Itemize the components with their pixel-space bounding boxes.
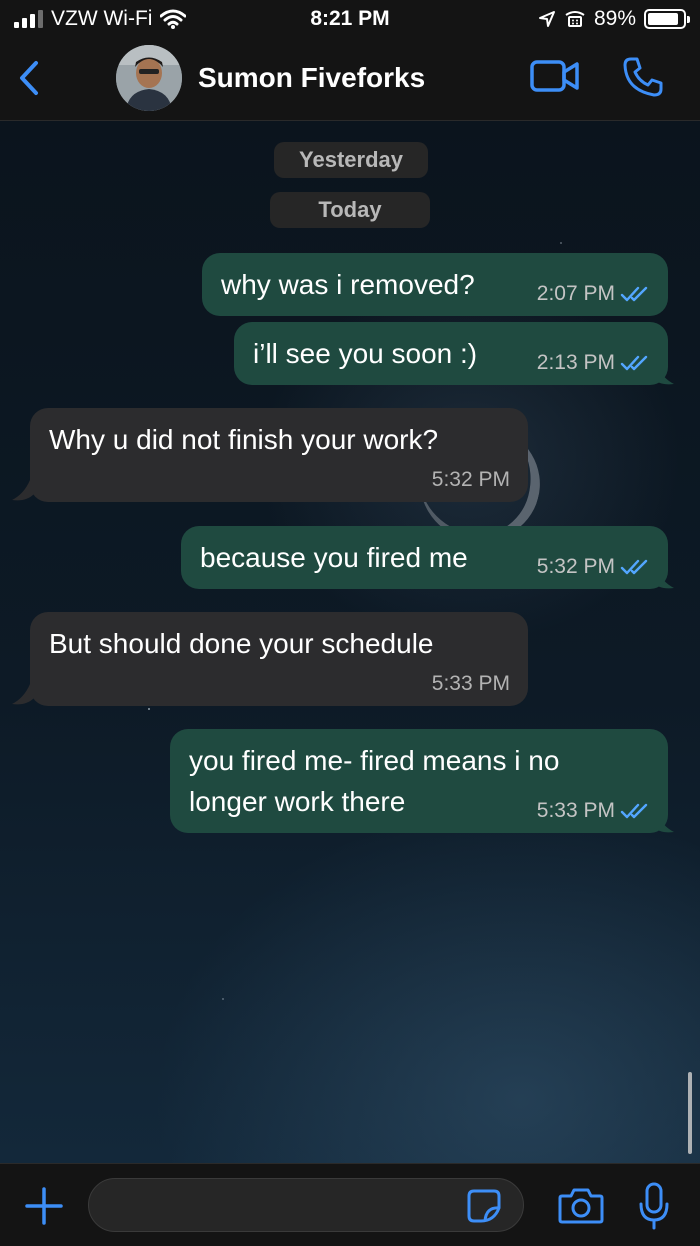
- message-time: 2:13 PM: [536, 351, 615, 374]
- composer-bar: [0, 1163, 700, 1246]
- wifi-calling-icon: [565, 11, 585, 27]
- message-text: But should done your schedule: [49, 628, 434, 659]
- chat-header: Sumon Fiveforks: [0, 38, 700, 121]
- read-double-check-icon: [620, 286, 648, 302]
- wallpaper-star: [148, 708, 150, 710]
- back-chevron-icon[interactable]: [14, 58, 44, 98]
- message-time: 2:07 PM: [536, 282, 615, 305]
- message-text-line: longer work there: [189, 786, 406, 817]
- incoming-message[interactable]: But should done your schedule 5:33 PM: [30, 612, 528, 706]
- read-double-check-icon: [620, 559, 648, 575]
- read-double-check-icon: [620, 355, 648, 371]
- outgoing-message[interactable]: because you fired me 5:32 PM: [181, 526, 668, 589]
- battery-icon: [644, 9, 690, 29]
- camera-icon[interactable]: [558, 1186, 604, 1224]
- outgoing-message[interactable]: why was i removed? 2:07 PM: [202, 253, 668, 316]
- message-text: why was i removed?: [221, 269, 475, 300]
- message-meta: 5:32 PM: [432, 468, 510, 492]
- message-text: Why u did not finish your work?: [49, 424, 439, 455]
- microphone-icon[interactable]: [638, 1182, 670, 1230]
- date-chip-today: Today: [270, 192, 430, 228]
- status-right: 89%: [538, 7, 690, 31]
- outgoing-message[interactable]: you fired me- fired means i no longer wo…: [170, 729, 668, 833]
- message-meta: 2:07 PM: [537, 282, 650, 306]
- contact-name[interactable]: Sumon Fiveforks: [198, 62, 425, 94]
- outgoing-message[interactable]: i’ll see you soon :) 2:13 PM: [234, 322, 668, 385]
- sticker-icon[interactable]: [466, 1188, 502, 1224]
- video-call-icon[interactable]: [530, 58, 580, 94]
- message-meta: 5:32 PM: [537, 555, 650, 579]
- status-bar: VZW Wi-Fi 8:21 PM 89%: [0, 0, 700, 38]
- phone-call-icon[interactable]: [622, 56, 664, 98]
- bubble-tail: [12, 684, 34, 705]
- message-input[interactable]: [88, 1178, 524, 1232]
- wallpaper-star: [222, 998, 224, 1000]
- message-meta: 5:33 PM: [537, 799, 650, 823]
- avatar-photo-icon: [116, 45, 182, 111]
- bubble-tail: [652, 812, 674, 833]
- date-chip-yesterday: Yesterday: [274, 142, 428, 178]
- bubble-tail: [652, 364, 674, 385]
- bubble-tail: [652, 568, 674, 589]
- incoming-message[interactable]: Why u did not finish your work? 5:32 PM: [30, 408, 528, 502]
- message-text: you fired me- fired means i no longer wo…: [189, 740, 559, 822]
- message-time: 5:32 PM: [536, 555, 615, 578]
- bubble-tail: [12, 480, 34, 501]
- message-meta: 5:33 PM: [432, 672, 510, 696]
- message-time: 5:33 PM: [431, 672, 510, 695]
- message-text-line: you fired me- fired means i no: [189, 745, 560, 776]
- read-double-check-icon: [620, 803, 648, 819]
- contact-avatar[interactable]: [116, 45, 182, 111]
- message-time: 5:33 PM: [536, 799, 615, 822]
- message-text: i’ll see you soon :): [253, 338, 478, 369]
- message-time: 5:32 PM: [431, 468, 510, 491]
- location-arrow-icon: [538, 11, 555, 27]
- wallpaper-star: [560, 242, 562, 244]
- battery-level: [648, 13, 679, 25]
- plus-icon[interactable]: [24, 1186, 64, 1226]
- message-meta: 2:13 PM: [537, 351, 650, 375]
- battery-percent: 89%: [593, 7, 636, 30]
- message-text: because you fired me: [200, 542, 468, 573]
- scroll-indicator[interactable]: [688, 1072, 692, 1154]
